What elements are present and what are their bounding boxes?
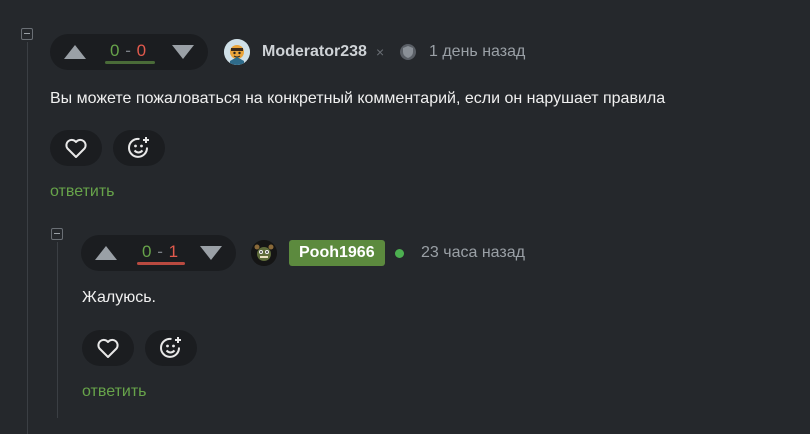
- rating-separator: -: [157, 242, 164, 261]
- rating-score: 0 - 0: [110, 41, 147, 61]
- comment-text: Жалуюсь.: [82, 289, 156, 306]
- add-reaction-button[interactable]: [145, 330, 197, 366]
- rating-widget: 0 - 0: [50, 34, 208, 70]
- emoji-add-icon: [160, 337, 181, 358]
- like-button[interactable]: [50, 130, 102, 166]
- comment-timestamp[interactable]: 23 часа назад: [421, 244, 525, 262]
- heart-icon: [97, 338, 119, 358]
- downvote-button[interactable]: [200, 246, 222, 260]
- like-button[interactable]: [82, 330, 134, 366]
- comment-text: Вы можете пожаловаться на конкретный ком…: [50, 90, 666, 107]
- comment-timestamp[interactable]: 1 день назад: [429, 43, 525, 61]
- rating-bar: [137, 262, 185, 265]
- heart-icon: [65, 138, 87, 158]
- rating-score: 0 - 1: [142, 242, 179, 262]
- upvote-button[interactable]: [64, 45, 86, 59]
- comment-author[interactable]: Pooh1966: [289, 240, 385, 266]
- rating-plus: 0: [110, 41, 120, 60]
- avatar[interactable]: [224, 39, 250, 65]
- rating-widget: 0 - 1: [81, 235, 236, 271]
- avatar[interactable]: [251, 240, 277, 266]
- online-status-indicator: [395, 249, 404, 258]
- collapse-thread-button[interactable]: [21, 28, 33, 40]
- thread-line-reply: [57, 242, 58, 418]
- add-reaction-button[interactable]: [113, 130, 165, 166]
- rating-minus: 1: [168, 242, 179, 261]
- upvote-button[interactable]: [95, 246, 117, 260]
- moderator-mark: ×: [376, 44, 385, 60]
- rating-plus: 0: [142, 242, 152, 261]
- rating-minus: 0: [136, 41, 147, 60]
- downvote-button[interactable]: [172, 45, 194, 59]
- rating-bar: [105, 61, 155, 64]
- moderator-shield-icon: [399, 43, 417, 66]
- rating-separator: -: [125, 41, 132, 60]
- collapse-thread-button[interactable]: [51, 228, 63, 240]
- reply-link[interactable]: ответить: [50, 183, 115, 201]
- comment-author[interactable]: Moderator238: [262, 43, 367, 61]
- reply-link[interactable]: ответить: [82, 383, 147, 401]
- emoji-add-icon: [128, 137, 149, 158]
- thread-line-root: [27, 42, 28, 434]
